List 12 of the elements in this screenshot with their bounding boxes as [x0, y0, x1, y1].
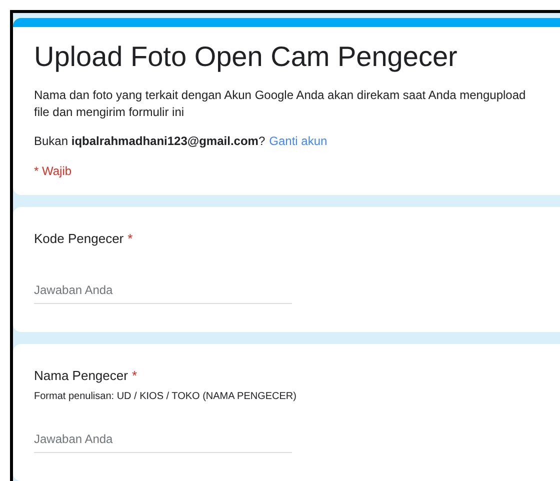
required-mark: *: [128, 230, 133, 248]
question-label: Kode Pengecer: [34, 230, 124, 248]
form-title: Upload Foto Open Cam Pengecer: [34, 40, 458, 74]
answer-field[interactable]: Jawaban Anda: [34, 430, 292, 453]
required-mark: *: [132, 366, 138, 384]
form-notice: Nama dan foto yang terkait dengan Akun Google Anda akan direkam saat Anda mengupload file dan mengirim formulir ini: [34, 87, 527, 121]
switch-account-link[interactable]: Ganti akun: [269, 132, 328, 150]
required-note: * Wajib: [34, 163, 73, 180]
question-description: Format penulisan: UD / KIOS / TOKO (NAMA PENGECER): [34, 390, 298, 404]
question-label: Nama Pengecer: [34, 366, 128, 385]
answer-field[interactable]: Jawaban Anda: [34, 280, 292, 304]
account-text: Bukan iqbalrahmadhani123@gmail.com?: [34, 133, 266, 150]
